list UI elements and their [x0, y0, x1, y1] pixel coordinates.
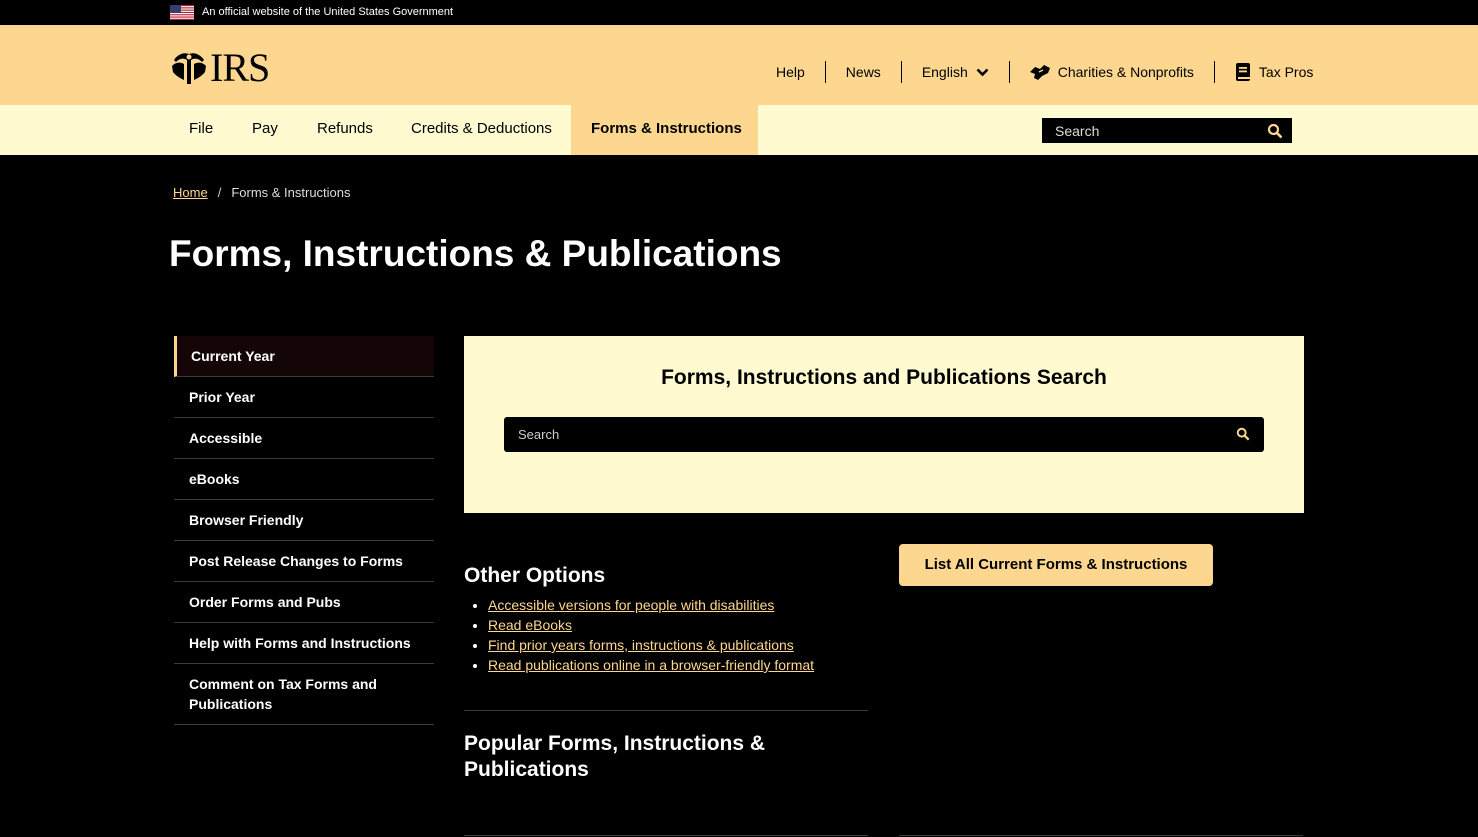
section-divider	[464, 710, 868, 711]
forms-search-panel: Forms, Instructions and Publications Sea…	[464, 336, 1304, 513]
language-label: English	[921, 64, 968, 80]
side-nav-order-forms[interactable]: Order Forms and Pubs	[174, 582, 434, 623]
link-accessible-versions[interactable]: Accessible versions for people with disa…	[488, 597, 774, 613]
header-search-input[interactable]	[1043, 119, 1263, 142]
gov-banner-text: An official website of the United States…	[202, 6, 454, 18]
side-nav-prior-year[interactable]: Prior Year	[174, 377, 434, 418]
util-link-news[interactable]: News	[826, 61, 901, 83]
link-read-ebooks[interactable]: Read eBooks	[488, 617, 572, 633]
charities-label: Charities & Nonprofits	[1057, 64, 1194, 80]
nav-refunds[interactable]: Refunds	[297, 105, 393, 155]
side-nav-browser-friendly[interactable]: Browser Friendly	[174, 500, 434, 541]
link-prior-years[interactable]: Find prior years forms, instructions & p…	[488, 637, 794, 653]
irs-logo-text: IRS	[210, 45, 270, 90]
search-icon[interactable]	[1236, 427, 1250, 441]
utility-nav: Help News English Charities & Nonprofits…	[776, 61, 1313, 83]
side-nav-help-forms[interactable]: Help with Forms and Instructions	[174, 623, 434, 664]
site-header: IRS Help News English Charities & Nonpro…	[0, 25, 1478, 105]
other-options: Other Options Accessible versions for pe…	[464, 561, 868, 675]
util-link-tax-pros[interactable]: Tax Pros	[1215, 61, 1313, 83]
irs-logo[interactable]: IRS	[170, 45, 270, 90]
language-dropdown[interactable]: English	[902, 61, 1009, 83]
chevron-down-icon	[976, 68, 989, 76]
section-divider	[899, 835, 1303, 836]
forms-search-box	[504, 417, 1264, 452]
nav-credits-deductions[interactable]: Credits & Deductions	[391, 105, 572, 155]
handshake-icon	[1029, 64, 1050, 80]
forms-search-input[interactable]	[504, 417, 1204, 452]
util-link-help[interactable]: Help	[776, 61, 825, 83]
breadcrumb-home[interactable]: Home	[173, 184, 208, 202]
other-options-list: Accessible versions for people with disa…	[464, 595, 868, 675]
side-nav-accessible[interactable]: Accessible	[174, 418, 434, 459]
side-nav-ebooks[interactable]: eBooks	[174, 459, 434, 500]
nav-forms-instructions[interactable]: Forms & Instructions	[571, 105, 758, 155]
list-item: Read publications online in a browser-fr…	[488, 655, 868, 675]
search-icon[interactable]	[1267, 123, 1283, 139]
other-options-title: Other Options	[464, 564, 606, 587]
side-nav: Current Year Prior Year Accessible eBook…	[174, 336, 434, 725]
link-browser-friendly[interactable]: Read publications online in a browser-fr…	[488, 657, 814, 673]
page-title: Forms, Instructions & Publications	[169, 233, 782, 274]
section-divider	[464, 835, 868, 836]
side-nav-current-year[interactable]: Current Year	[174, 336, 434, 377]
breadcrumb: Home / Forms & Instructions	[173, 184, 351, 202]
forms-search-title: Forms, Instructions and Publications Sea…	[661, 366, 1107, 389]
nav-file[interactable]: File	[169, 105, 233, 155]
irs-eagle-icon	[172, 53, 206, 84]
breadcrumb-separator: /	[217, 185, 222, 200]
side-nav-post-release-changes[interactable]: Post Release Changes to Forms	[174, 541, 434, 582]
popular-forms-title: Popular Forms, Instructions & Publicatio…	[464, 732, 766, 781]
us-flag-icon	[170, 5, 194, 20]
list-item: Find prior years forms, instructions & p…	[488, 635, 868, 655]
list-item: Read eBooks	[488, 615, 868, 635]
tax-pros-label: Tax Pros	[1258, 64, 1314, 80]
list-item: Accessible versions for people with disa…	[488, 595, 868, 615]
gov-banner: An official website of the United States…	[0, 0, 1478, 25]
header-search	[1042, 118, 1292, 143]
nav-pay[interactable]: Pay	[232, 105, 298, 155]
breadcrumb-current: Forms & Instructions	[231, 185, 351, 200]
util-link-charities[interactable]: Charities & Nonprofits	[1010, 61, 1214, 83]
book-icon	[1235, 63, 1250, 81]
list-all-forms-button[interactable]: List All Current Forms & Instructions	[899, 544, 1213, 586]
side-nav-comment-forms[interactable]: Comment on Tax Forms and Publications	[174, 664, 434, 725]
